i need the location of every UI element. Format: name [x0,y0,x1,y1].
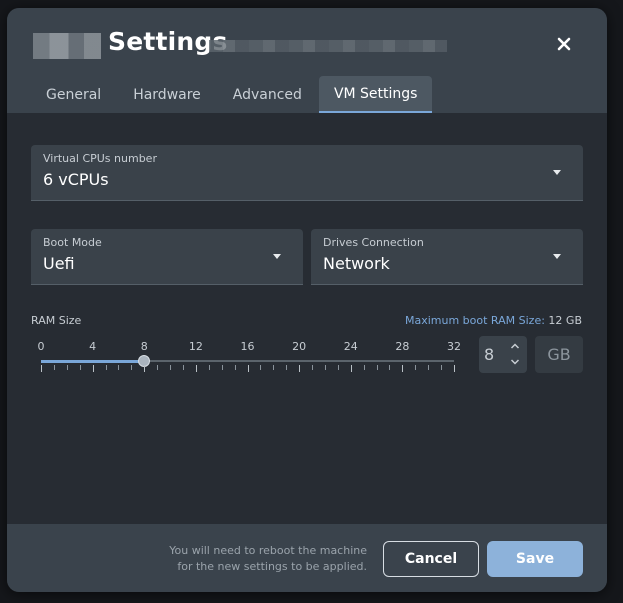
vcpu-label: Virtual CPUs number [43,152,157,165]
blurred-vm-name [209,40,447,52]
ram-slider-tick [337,365,339,370]
ram-slider-tick-labels: 0 4 8 12 16 20 24 28 32 [31,340,462,354]
ram-slider-tick [389,365,391,370]
ram-slider-tick [428,365,430,370]
ram-tick-label: 32 [447,340,461,353]
ram-unit-label: GB [547,345,571,364]
ram-slider-tick [79,365,81,370]
save-button[interactable]: Save [487,541,583,577]
ram-slider-tick [350,365,352,372]
reboot-notice-line-1: You will need to reboot the machine [169,544,367,557]
ram-tick-label: 20 [292,340,307,353]
close-icon [557,37,571,51]
settings-dialog: Settings General Hardware Advanced VM Se… [7,8,607,592]
ram-slider-tick [376,365,378,370]
ram-slider-tick [402,365,404,372]
chevron-up-icon[interactable] [510,341,520,351]
ram-slider-tick [299,365,301,372]
tab-bar: General Hardware Advanced VM Settings [31,76,434,113]
ram-slider-tick [286,365,288,370]
boot-mode-select[interactable]: Boot Mode Uefi [31,229,303,285]
ram-tick-label: 12 [188,340,203,353]
ram-slider-tick [66,365,68,370]
dialog-header: Settings General Hardware Advanced VM Se… [7,8,607,113]
drives-connection-label: Drives Connection [323,236,424,249]
ram-slider-tick [105,365,107,370]
ram-slider-tick [157,365,159,370]
chevron-down-icon [553,170,561,175]
ram-slider-track[interactable] [41,355,454,367]
ram-slider-tick [441,365,443,370]
ram-slider-tick [53,365,55,370]
ram-tick-label: 4 [89,340,97,353]
tab-vm-settings[interactable]: VM Settings [318,76,433,113]
reboot-notice-line-2: for the new settings to be applied. [177,560,367,573]
close-button[interactable] [550,30,578,58]
ram-tick-label: 28 [395,340,410,353]
ram-slider-tick [195,365,197,372]
ram-slider-tick [273,365,275,370]
ram-tick-label: 24 [343,340,358,353]
ram-slider-fill [41,359,145,363]
chevron-down-icon[interactable] [510,357,520,367]
ram-slider-ticks [41,365,455,372]
ram-stepper[interactable]: 8 [479,336,527,373]
boot-mode-value: Uefi [43,254,75,273]
ram-slider-tick [182,365,184,370]
max-boot-ram-value: 12 GB [548,314,582,327]
ram-slider-tick [208,365,210,370]
vcpu-value: 6 vCPUs [43,170,109,189]
ram-slider-tick [363,365,365,370]
ram-slider-tick [234,365,236,370]
blurred-vm-icon [33,33,101,59]
ram-slider-tick [170,365,172,370]
reboot-notice: You will need to reboot the machine for … [147,543,367,575]
ram-slider-tick [131,365,133,370]
ram-slider-tick [144,365,146,372]
ram-slider-tick [454,365,455,372]
tab-advanced[interactable]: Advanced [218,76,317,113]
chevron-down-icon [273,254,281,259]
cancel-button[interactable]: Cancel [383,541,479,577]
drives-connection-value: Network [323,254,390,273]
dialog-body: Virtual CPUs number 6 vCPUs Boot Mode Ue… [7,113,607,524]
ram-slider-tick [260,365,262,370]
ram-slider-tick [118,365,120,370]
ram-unit-box: GB [535,336,583,373]
ram-slider-tick [92,365,94,372]
drives-connection-select[interactable]: Drives Connection Network [311,229,583,285]
max-boot-ram-info: Maximum boot RAM Size: 12 GB [405,314,582,327]
ram-slider-tick [41,365,42,372]
ram-tick-label: 0 [37,340,45,353]
ram-slider-tick [312,365,314,370]
ram-stepper-value: 8 [484,345,495,364]
vcpu-select[interactable]: Virtual CPUs number 6 vCPUs [31,145,583,201]
ram-slider-tick [221,365,223,370]
max-boot-ram-key: Maximum boot RAM Size: [404,314,545,327]
ram-slider-tick [247,365,249,372]
dialog-footer: You will need to reboot the machine for … [7,524,607,592]
ram-size-label: RAM Size [31,314,82,327]
tab-hardware[interactable]: Hardware [118,76,216,113]
ram-slider-tick [324,365,326,370]
chevron-down-icon [553,254,561,259]
ram-slider-tick [415,365,417,370]
tab-general[interactable]: General [31,76,116,113]
ram-tick-label: 16 [240,340,255,353]
boot-mode-label: Boot Mode [43,236,102,249]
ram-tick-label: 8 [140,340,148,353]
